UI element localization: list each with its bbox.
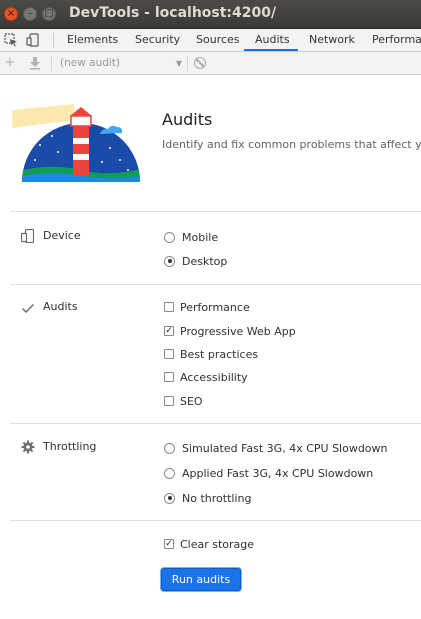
throttling-option-none[interactable]: No throttling xyxy=(164,490,251,506)
tab-elements[interactable]: Elements xyxy=(67,29,118,52)
window-titlebar: × – □ DevTools - localhost:4200/ xyxy=(0,0,421,29)
accessibility-checkbox[interactable] xyxy=(164,372,174,382)
applied-radio[interactable] xyxy=(164,467,175,479)
audit-option-best-practices[interactable]: Best practices xyxy=(164,346,258,362)
performance-checkbox[interactable] xyxy=(164,302,174,312)
divider xyxy=(10,520,421,521)
tab-network[interactable]: Network xyxy=(309,29,355,52)
desktop-radio[interactable] xyxy=(164,255,175,267)
option-label: SEO xyxy=(180,394,203,408)
window-minimize-button[interactable]: – xyxy=(23,7,37,21)
audit-report-select-value: (new audit) xyxy=(60,57,121,69)
tab-sources[interactable]: Sources xyxy=(196,29,240,52)
option-label: Best practices xyxy=(180,347,259,361)
divider xyxy=(10,284,421,285)
toolbar-separator xyxy=(187,56,188,71)
device-section-label: Device xyxy=(43,229,81,242)
clear-all-icon[interactable] xyxy=(194,57,206,69)
toolbar-separator xyxy=(51,56,52,71)
option-label: Performance xyxy=(180,300,250,314)
option-label: Applied Fast 3G, 4x CPU Slowdown xyxy=(182,466,374,480)
option-label: Progressive Web App xyxy=(180,324,296,338)
page-subtitle: Identify and fix common problems that af… xyxy=(162,138,421,151)
window-title: DevTools - localhost:4200/ xyxy=(69,5,277,21)
audit-option-performance[interactable]: Performance xyxy=(164,299,250,315)
active-tab-indicator xyxy=(244,49,298,51)
simulated-radio[interactable] xyxy=(164,442,175,454)
inspect-element-icon[interactable] xyxy=(4,33,18,47)
mobile-radio[interactable] xyxy=(164,231,175,243)
best-practices-checkbox[interactable] xyxy=(164,349,174,359)
audit-option-pwa[interactable]: ✓ Progressive Web App xyxy=(164,323,296,339)
add-icon[interactable]: + xyxy=(3,55,17,71)
checkmark-icon xyxy=(21,303,35,314)
option-label: Desktop xyxy=(182,254,228,268)
audit-option-accessibility[interactable]: Accessibility xyxy=(164,369,248,385)
option-label: Accessibility xyxy=(180,370,248,384)
gear-icon xyxy=(21,440,35,454)
device-option-desktop[interactable]: Desktop xyxy=(164,253,227,269)
divider xyxy=(10,423,421,424)
seo-checkbox[interactable] xyxy=(164,396,174,406)
pwa-checkbox[interactable]: ✓ xyxy=(164,326,174,336)
tab-security[interactable]: Security xyxy=(135,29,180,52)
throttling-option-applied[interactable]: Applied Fast 3G, 4x CPU Slowdown xyxy=(164,465,373,481)
tab-performance[interactable]: Performan xyxy=(372,29,421,52)
audits-section-label: Audits xyxy=(43,300,78,313)
throttling-section-label: Throttling xyxy=(43,440,97,453)
device-icon xyxy=(21,229,35,243)
device-option-mobile[interactable]: Mobile xyxy=(164,229,218,245)
throttling-option-simulated[interactable]: Simulated Fast 3G, 4x CPU Slowdown xyxy=(164,440,388,456)
option-label: Clear storage xyxy=(180,537,255,551)
audit-report-select[interactable]: (new audit) ▼ xyxy=(60,56,182,71)
device-toolbar-icon[interactable] xyxy=(26,33,40,47)
devtools-tab-bar: Elements Security Sources Audits Network… xyxy=(0,29,421,52)
no-throttling-radio[interactable] xyxy=(164,492,175,504)
option-label: No throttling xyxy=(182,491,252,505)
divider xyxy=(10,211,421,212)
window-maximize-button[interactable]: □ xyxy=(42,7,56,21)
lighthouse-logo xyxy=(12,104,140,182)
clear-storage-option[interactable]: ✓ Clear storage xyxy=(164,536,254,552)
option-label: Simulated Fast 3G, 4x CPU Slowdown xyxy=(182,441,388,455)
clear-storage-checkbox[interactable]: ✓ xyxy=(164,539,174,549)
audits-toolbar: + (new audit) ▼ xyxy=(0,52,421,75)
download-icon[interactable] xyxy=(28,55,42,71)
audit-option-seo[interactable]: SEO xyxy=(164,393,203,409)
option-label: Mobile xyxy=(182,230,219,244)
window-close-button[interactable]: × xyxy=(4,7,18,21)
tab-separator xyxy=(53,33,54,48)
chevron-down-icon: ▼ xyxy=(175,59,182,68)
page-title: Audits xyxy=(162,110,213,129)
run-audits-button[interactable]: Run audits xyxy=(161,568,241,591)
